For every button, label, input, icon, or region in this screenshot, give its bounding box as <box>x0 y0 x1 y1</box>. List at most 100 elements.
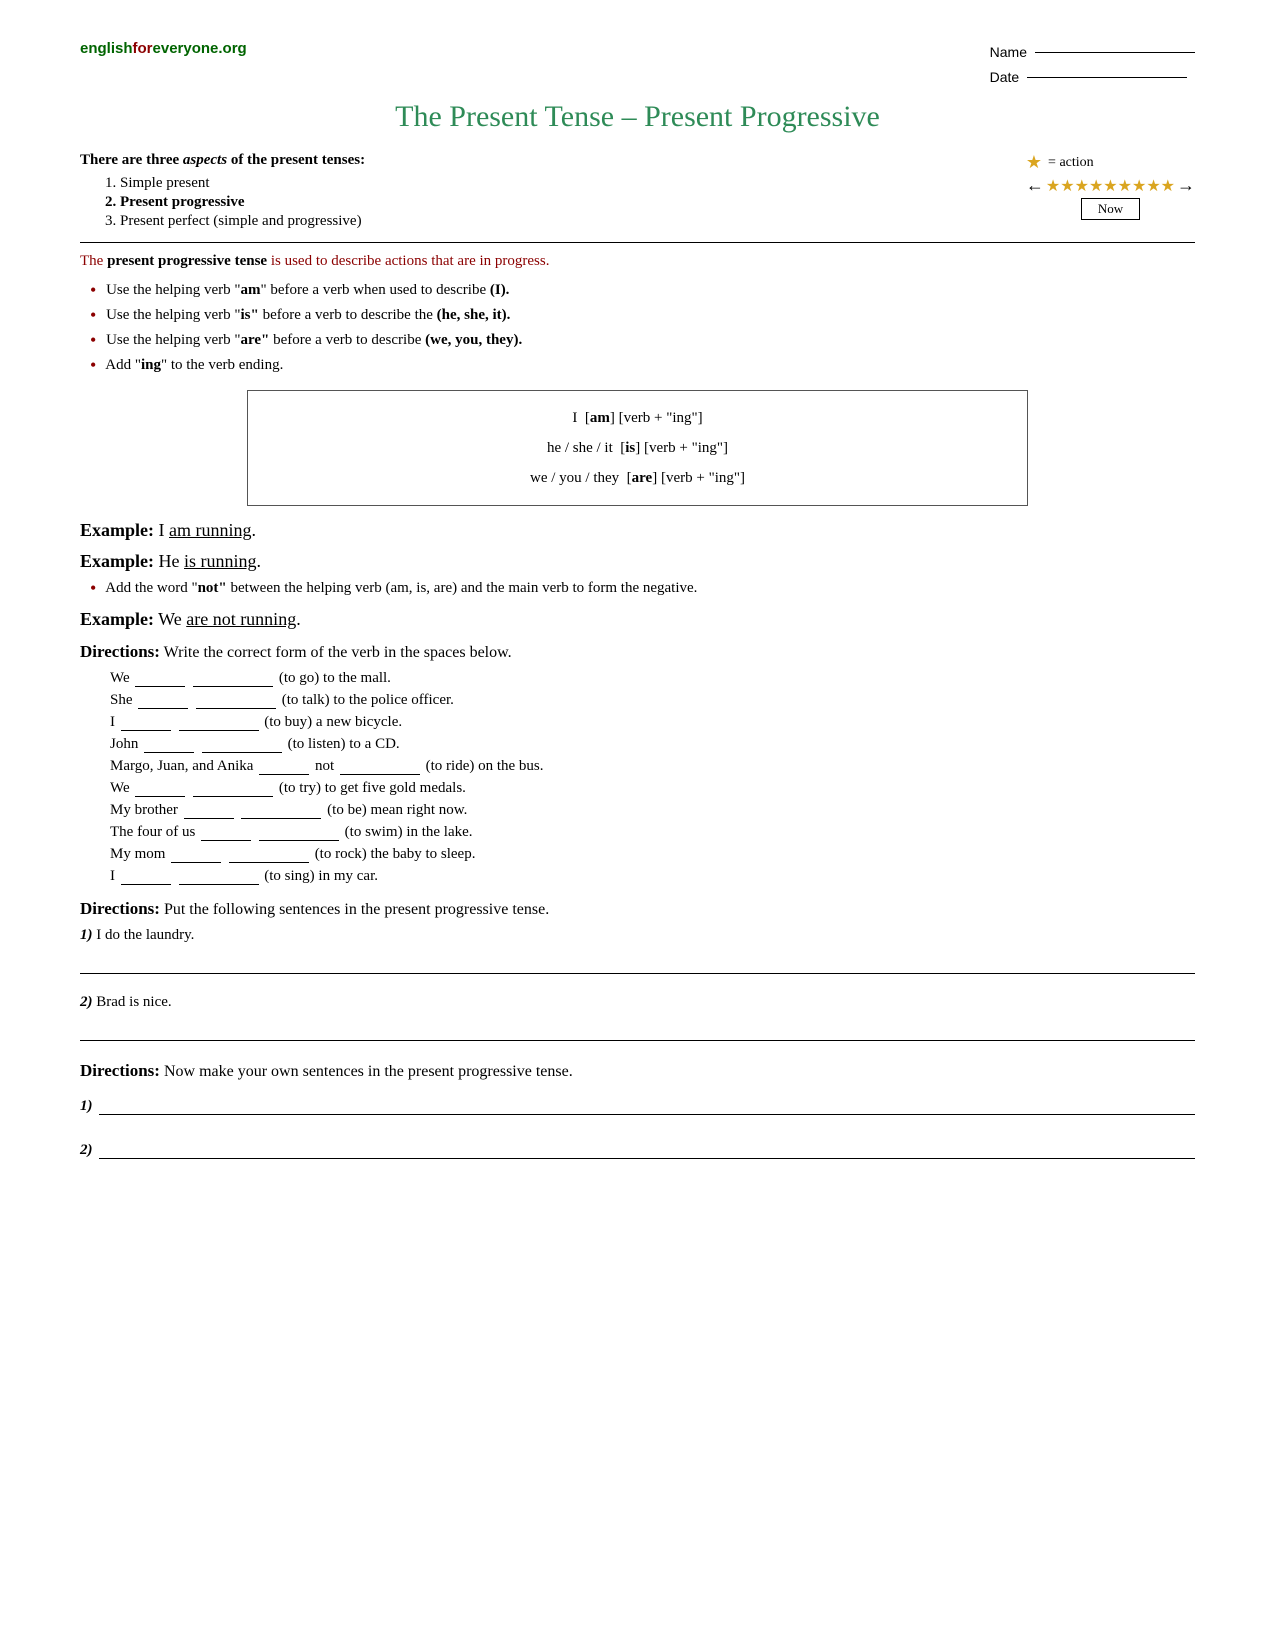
date-label: Date <box>990 65 1020 90</box>
blank-8b[interactable] <box>259 840 339 841</box>
exercise-2-2: 2) Brad is nice. <box>80 994 1195 1041</box>
now-box-wrapper: Now <box>1026 196 1195 220</box>
weyouthey-bold: (we, you, they). <box>425 332 522 348</box>
star8: ★ <box>1146 176 1160 196</box>
blank-2a[interactable] <box>138 708 188 709</box>
negative-bullet-list: Add the word "not" between the helping v… <box>90 578 1195 599</box>
pp-desc-rest: is used to describe actions that are in … <box>271 253 550 269</box>
timeline-diagram: ★ = action ← ★ ★ ★ ★ ★ ★ ★ ★ ★ → Now <box>1026 152 1195 220</box>
blank-4a[interactable] <box>144 752 194 753</box>
blank-1b[interactable] <box>193 686 273 687</box>
blank-1a[interactable] <box>135 686 185 687</box>
negative-bullet: Add the word "not" between the helping v… <box>90 578 1195 599</box>
formula-line-3: we / you / they [are] [verb + "ing"] <box>268 463 1007 493</box>
ex2-1-text: I do the laundry. <box>96 927 194 943</box>
own-line-3-1[interactable] <box>99 1091 1196 1115</box>
blank-3b[interactable] <box>179 730 259 731</box>
ing-bold: ing <box>141 357 161 373</box>
negative-example-label: Example: <box>80 609 154 629</box>
formula-line-2: he / she / it [is] [verb + "ing"] <box>268 433 1007 463</box>
directions-1-text: Write the correct form of the verb in th… <box>164 644 512 661</box>
are-bold: are" <box>240 332 269 348</box>
example-2-label: Example: <box>80 551 154 571</box>
site-english: english <box>80 40 133 57</box>
blank-5b[interactable] <box>340 774 420 775</box>
formula-line-1: I [am] [verb + "ing"] <box>268 403 1007 433</box>
name-field[interactable] <box>1035 52 1195 53</box>
aspects-list: Simple present Present progressive Prese… <box>120 175 727 230</box>
are-formula: are <box>632 470 653 486</box>
bullet-am: Use the helping verb "am" before a verb … <box>90 280 1195 301</box>
site-everyone: everyone <box>153 40 219 57</box>
blank-9b[interactable] <box>229 862 309 863</box>
blank-8a[interactable] <box>201 840 251 841</box>
site-logo: englishforeveryone.org <box>80 40 247 57</box>
aspect-2: Present progressive <box>120 194 727 211</box>
blank-5a[interactable] <box>259 774 309 775</box>
bullet-are: Use the helping verb "are" before a verb… <box>90 330 1195 351</box>
page-title: The Present Tense – Present Progressive <box>80 100 1195 134</box>
example-2-underline: is running <box>184 551 257 571</box>
blank-2b[interactable] <box>196 708 276 709</box>
exercise-3-1: 1) <box>80 1091 1195 1115</box>
star3: ★ <box>1075 176 1089 196</box>
site-for: for <box>133 40 153 57</box>
am-formula: am <box>590 410 610 426</box>
star7: ★ <box>1132 176 1146 196</box>
timeline-row: ← ★ ★ ★ ★ ★ ★ ★ ★ ★ → <box>1026 175 1195 196</box>
arrow-left-icon: ← <box>1026 175 1044 196</box>
blank-7a[interactable] <box>184 818 234 819</box>
star9: ★ <box>1161 176 1175 196</box>
directions-2-text: Put the following sentences in the prese… <box>164 901 549 918</box>
exercise-1-1: We (to go) to the mall. <box>110 670 1195 687</box>
exercise-1-10: I (to sing) in my car. <box>110 868 1195 885</box>
example-1-underline: am running <box>169 520 252 540</box>
pp-description: The present progressive tense is used to… <box>80 253 1195 270</box>
bullet-is: Use the helping verb "is" before a verb … <box>90 305 1195 326</box>
ex2-2-text: Brad is nice. <box>96 994 171 1010</box>
blank-6a[interactable] <box>135 796 185 797</box>
exercise-1-6: We (to try) to get five gold medals. <box>110 780 1195 797</box>
star4: ★ <box>1089 176 1103 196</box>
intro-text: There are three aspects of the present t… <box>80 152 727 169</box>
example-1-label: Example: <box>80 520 154 540</box>
blank-10b[interactable] <box>179 884 259 885</box>
helping-verb-bullets: Use the helping verb "am" before a verb … <box>90 280 1195 376</box>
directions-2: Directions: Put the following sentences … <box>80 899 1195 919</box>
blank-6b[interactable] <box>193 796 273 797</box>
page-header: englishforeveryone.org Name Date <box>80 40 1195 90</box>
bullet-ing: Add "ing" to the verb ending. <box>90 355 1195 376</box>
directions-1-label: Directions: <box>80 642 160 661</box>
negative-example: Example: We are not running. <box>80 609 1195 630</box>
star1: ★ <box>1046 176 1060 196</box>
blank-4b[interactable] <box>202 752 282 753</box>
site-org: .org <box>218 40 246 57</box>
pp-term: present progressive tense <box>107 253 267 269</box>
main-content: There are three aspects of the present t… <box>80 152 727 230</box>
directions-2-label: Directions: <box>80 899 160 918</box>
blank-7b[interactable] <box>241 818 321 819</box>
star2: ★ <box>1060 176 1074 196</box>
blank-10a[interactable] <box>121 884 171 885</box>
directions-3-label: Directions: <box>80 1061 160 1080</box>
negative-example-underline: are not running <box>186 609 296 629</box>
blank-3a[interactable] <box>121 730 171 731</box>
exercise-1-9: My mom (to rock) the baby to sleep. <box>110 846 1195 863</box>
am-bold: am <box>240 282 260 298</box>
exercise-1-3: I (to buy) a new bicycle. <box>110 714 1195 731</box>
directions-1: Directions: Write the correct form of th… <box>80 642 1195 662</box>
aspect-1: Simple present <box>120 175 727 192</box>
blank-9a[interactable] <box>171 862 221 863</box>
content-wrapper: ★ = action ← ★ ★ ★ ★ ★ ★ ★ ★ ★ → Now The… <box>80 152 1195 230</box>
write-line-2-1[interactable] <box>80 950 1195 974</box>
exercise-1-4: John (to listen) to a CD. <box>110 736 1195 753</box>
arrow-right-icon: → <box>1177 175 1195 196</box>
now-box: Now <box>1081 198 1140 220</box>
not-bold: not" <box>198 580 227 596</box>
own-line-3-2[interactable] <box>99 1135 1196 1159</box>
date-field[interactable] <box>1027 77 1187 78</box>
is-bold: is" <box>240 307 258 323</box>
name-date-block: Name Date <box>990 40 1195 90</box>
write-line-2-2[interactable] <box>80 1017 1195 1041</box>
exercise-1-8: The four of us (to swim) in the lake. <box>110 824 1195 841</box>
